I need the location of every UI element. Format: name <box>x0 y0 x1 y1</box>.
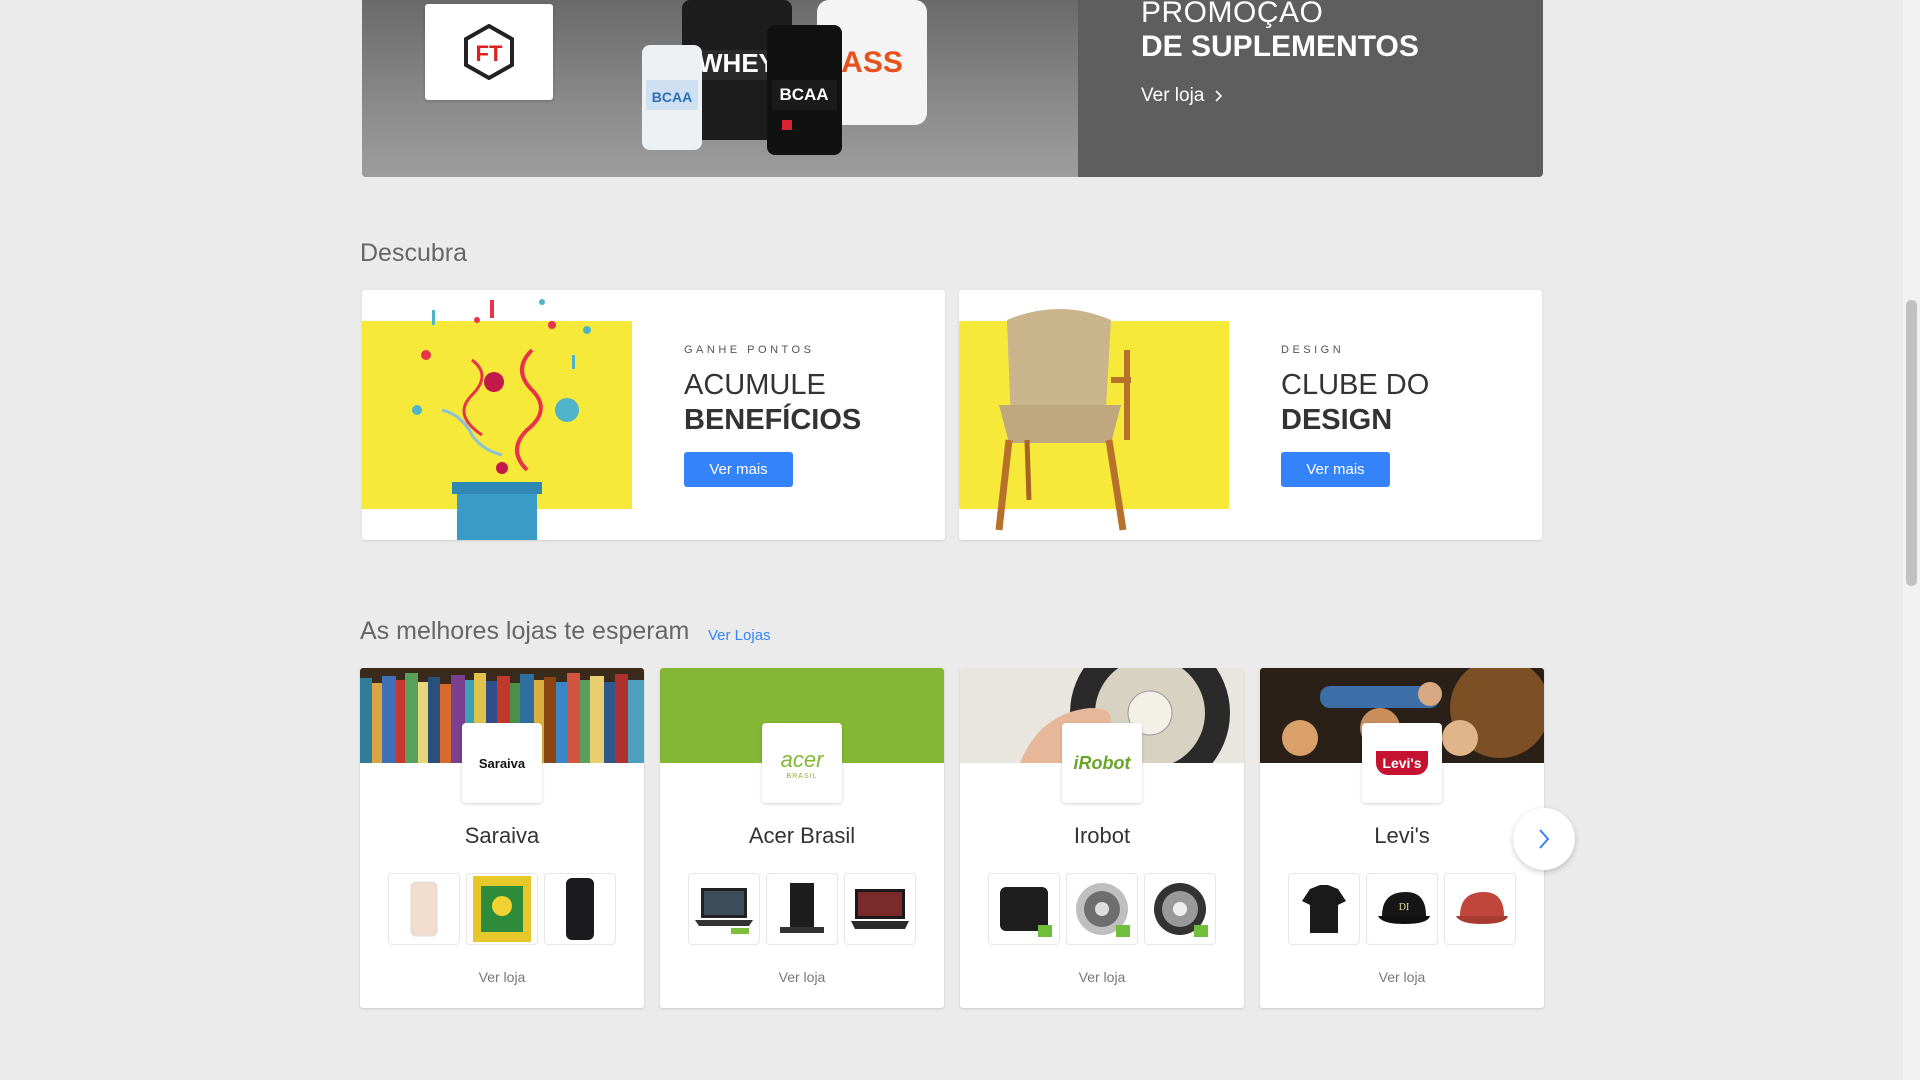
store-name: Irobot <box>1073 823 1131 848</box>
cap-icon <box>1456 892 1508 924</box>
laptop-icon <box>851 889 909 929</box>
store-product-thumbs <box>660 873 944 945</box>
robot-vacuum-icon <box>1154 883 1208 937</box>
svg-text:BCAA: BCAA <box>652 89 692 105</box>
promo-see-store-label: Ver loja <box>1141 85 1205 106</box>
design-title: CLUBE DO DESIGN <box>1281 368 1429 438</box>
stores-next-button[interactable] <box>1513 808 1575 870</box>
store-product-thumbs <box>360 873 644 945</box>
smartphone-icon <box>410 881 438 937</box>
store-card-irobot[interactable]: iRobot Irobot Ver loja <box>960 668 1244 1008</box>
chevron-right-icon <box>1539 829 1550 849</box>
product-thumb-book[interactable] <box>466 873 538 945</box>
chair-image <box>959 309 1229 531</box>
benefits-title: ACUMULE BENEFÍCIOS <box>684 368 861 438</box>
chair-icon <box>995 309 1131 531</box>
product-thumb-floor-robot[interactable] <box>988 873 1060 945</box>
page-scrollbar[interactable] <box>1903 0 1920 1080</box>
product-thumb-phone-gold[interactable] <box>388 873 460 945</box>
svg-text:WHEY: WHEY <box>698 48 776 78</box>
product-thumb-laptop[interactable] <box>688 873 760 945</box>
product-thumb-red-cap[interactable] <box>1444 873 1516 945</box>
product-thumb-roomba-silver[interactable] <box>1066 873 1138 945</box>
store-card-levis[interactable]: Levi's Levi's DI Ver loja <box>1260 668 1544 1008</box>
irobot-logo: iRobot <box>1062 723 1142 803</box>
benefits-title-line2: BENEFÍCIOS <box>684 404 862 436</box>
confetti-icon <box>412 299 591 540</box>
supplement-products-image: WHEY ASS BCAA BCAA <box>642 0 927 155</box>
see-store-link[interactable]: Ver loja <box>960 969 1244 985</box>
see-store-link[interactable]: Ver loja <box>660 969 944 985</box>
ft-logo-icon: FT <box>464 24 514 80</box>
robot-vacuum-icon <box>1076 883 1130 937</box>
product-thumb-desktop[interactable] <box>766 873 838 945</box>
svg-text:ASS: ASS <box>841 46 903 79</box>
confetti-gift-image <box>362 299 632 540</box>
promo-see-store-link[interactable]: Ver loja <box>1141 85 1223 107</box>
design-title-line1: CLUBE DO <box>1281 369 1430 401</box>
scrollbar-thumb[interactable] <box>1906 300 1917 586</box>
benefits-title-line1: ACUMULE <box>684 369 826 401</box>
levis-logo: Levi's <box>1362 723 1442 803</box>
supplements-promo-banner[interactable]: FT WHEY ASS BCAA BCAA PROMOÇÃO DE SUPLEM… <box>362 0 1543 177</box>
benefits-card[interactable]: GANHE PONTOS ACUMULE BENEFÍCIOS Ver mais <box>362 290 945 540</box>
product-thumb-tshirts[interactable] <box>1288 873 1360 945</box>
book-cover-icon <box>473 876 531 942</box>
cap-icon: DI <box>1378 892 1430 924</box>
product-thumb-gaming-laptop[interactable] <box>844 873 916 945</box>
store-card-acer[interactable]: acer BRASIL Acer Brasil Ver loja <box>660 668 944 1008</box>
store-name: Levi's <box>1374 823 1430 848</box>
product-thumb-phone-black[interactable] <box>544 873 616 945</box>
design-club-card[interactable]: DESIGN CLUBE DO DESIGN Ver mais <box>959 290 1542 540</box>
design-title-line2: DESIGN <box>1281 404 1393 436</box>
store-name: Acer Brasil <box>748 823 856 848</box>
tshirt-icon <box>1302 885 1346 933</box>
chevron-right-icon <box>1215 90 1223 102</box>
svg-text:DI: DI <box>1399 902 1410 913</box>
see-store-link[interactable]: Ver loja <box>360 969 644 985</box>
design-see-more-button[interactable]: Ver mais <box>1281 452 1390 487</box>
store-card-saraiva[interactable]: Saraiva Saraiva Ver loja <box>360 668 644 1008</box>
svg-text:FT: FT <box>476 41 503 66</box>
product-thumb-roomba-black[interactable] <box>1144 873 1216 945</box>
svg-text:BCAA: BCAA <box>779 85 828 104</box>
store-name: Saraiva <box>464 823 540 848</box>
product-thumb-black-cap[interactable]: DI <box>1366 873 1438 945</box>
laptop-icon <box>695 888 753 934</box>
promo-title-line2: DE SUPLEMENTOS <box>1141 30 1419 63</box>
promo-title-line1: PROMOÇÃO <box>1141 0 1324 29</box>
smartphone-icon <box>566 878 594 940</box>
desktop-tower-icon <box>780 883 824 933</box>
see-stores-link[interactable]: Ver Lojas <box>708 627 771 644</box>
acer-logo: acer BRASIL <box>762 723 842 803</box>
design-kicker: DESIGN <box>1281 344 1345 356</box>
robot-mop-icon <box>1000 887 1052 937</box>
promo-image-area: FT WHEY ASS BCAA BCAA <box>362 0 1078 177</box>
see-store-link[interactable]: Ver loja <box>1260 969 1544 985</box>
stores-section-title: As melhores lojas te esperam <box>360 617 690 645</box>
saraiva-logo: Saraiva <box>462 723 542 803</box>
promo-title: PROMOÇÃO DE SUPLEMENTOS <box>1141 0 1419 64</box>
benefits-see-more-button[interactable]: Ver mais <box>684 452 793 487</box>
promo-store-logo: FT <box>425 4 553 100</box>
store-product-thumbs <box>960 873 1244 945</box>
store-product-thumbs: DI <box>1260 873 1544 945</box>
discover-section-title: Descubra <box>360 239 467 267</box>
benefits-kicker: GANHE PONTOS <box>684 344 815 356</box>
